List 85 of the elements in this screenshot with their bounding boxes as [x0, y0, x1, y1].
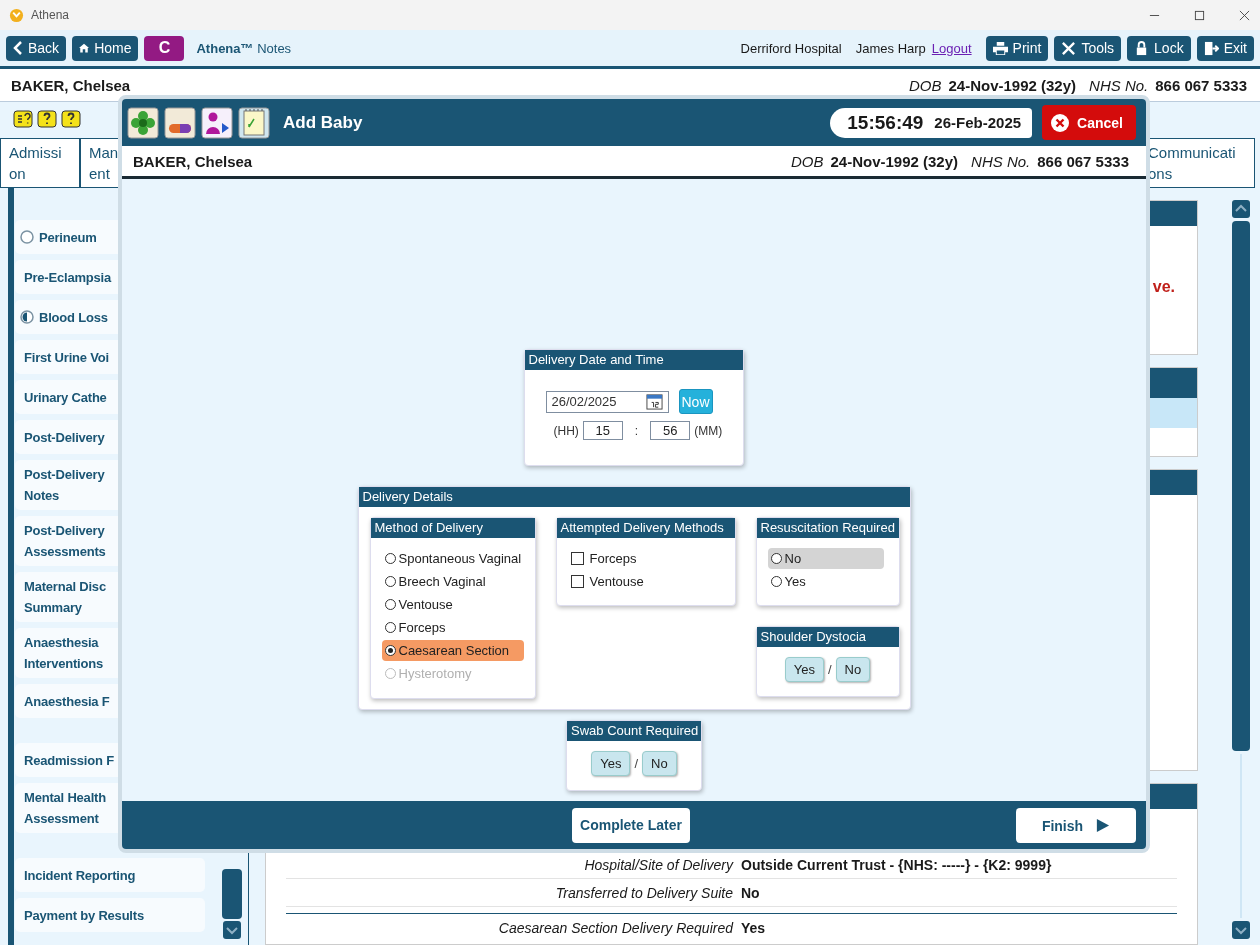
- minutes-label: (MM): [694, 423, 723, 438]
- radio-option[interactable]: Spontaneous Vaginal: [381, 548, 524, 569]
- scrollbar-thumb[interactable]: [1232, 221, 1250, 751]
- panel-title: Swab Count Required: [567, 721, 701, 741]
- home-icon: [79, 41, 90, 55]
- exit-door-icon: [1203, 40, 1219, 56]
- field-value: Yes: [741, 919, 766, 936]
- radio-option[interactable]: Breech Vaginal: [381, 571, 524, 592]
- patient-name: BAKER, Chelsea: [11, 76, 131, 94]
- hours-field[interactable]: 15: [582, 421, 623, 440]
- checkbox-option[interactable]: Ventouse: [567, 571, 710, 592]
- hours-label: (HH): [553, 423, 579, 438]
- field-label: Hospital/Site of Delivery: [583, 856, 733, 873]
- help-icon[interactable]: [37, 110, 57, 128]
- app-badge-button[interactable]: C: [144, 35, 185, 61]
- field-value: Outside Current Trust - {NHS: -----} - {K2: 9999}: [741, 856, 1052, 873]
- nhs-value: 866 067 5333: [1037, 152, 1129, 170]
- tab[interactable]: Admissi on: [0, 138, 80, 188]
- play-arrow-icon: [1095, 818, 1111, 833]
- tools-button[interactable]: Tools: [1054, 35, 1122, 61]
- minutes-field[interactable]: 56: [650, 421, 691, 440]
- app-title: Athena™ Notes: [196, 40, 292, 56]
- dob-label: DOB: [790, 152, 824, 170]
- separator-slash: /: [828, 662, 832, 677]
- printer-icon: [992, 40, 1008, 56]
- field-label: Transferred to Delivery Suite: [554, 884, 733, 901]
- time-separator: :: [634, 423, 639, 438]
- alert-text: ve.: [1152, 278, 1175, 296]
- app-logo-icon: [9, 7, 24, 23]
- hospital-name: Derriford Hospital: [740, 40, 842, 56]
- capsule-icon[interactable]: [164, 106, 196, 139]
- flower-icon[interactable]: [127, 106, 159, 139]
- panel-title: Delivery Date and Time: [524, 350, 743, 370]
- dob-value: 24-Nov-1992 (32y): [948, 76, 1077, 94]
- finish-button[interactable]: Finish: [1016, 808, 1136, 843]
- nhs-label: NHS No.: [971, 152, 1031, 170]
- calendar-icon[interactable]: [645, 393, 663, 410]
- exit-button[interactable]: Exit: [1196, 35, 1254, 61]
- panel-title: Method of Delivery: [370, 518, 535, 538]
- radio-option[interactable]: Yes: [767, 571, 884, 592]
- print-button[interactable]: Print: [985, 35, 1049, 61]
- clock-display: 15:56:49 26-Feb-2025: [830, 107, 1033, 138]
- scrollbar-thumb[interactable]: [222, 869, 242, 919]
- separator-slash: /: [634, 756, 639, 771]
- scroll-up-icon[interactable]: [1232, 200, 1250, 218]
- field-value: No: [741, 884, 760, 901]
- radio-option[interactable]: No: [767, 548, 884, 569]
- help-icon[interactable]: [61, 110, 81, 128]
- window-title: Athena: [31, 8, 70, 22]
- yes-button[interactable]: Yes: [591, 751, 631, 776]
- nhs-label: NHS No.: [1089, 76, 1149, 94]
- user-name: James Harp: [855, 40, 926, 56]
- yes-button[interactable]: Yes: [784, 657, 824, 682]
- close-icon[interactable]: [1239, 9, 1250, 21]
- field-label: Caesarean Section Delivery Required: [497, 919, 733, 936]
- nhs-value: 866 067 5333: [1155, 76, 1247, 94]
- cancel-button[interactable]: Cancel: [1042, 105, 1136, 140]
- sidebar-item[interactable]: Payment by Results: [15, 898, 205, 932]
- help-list-icon[interactable]: [13, 110, 33, 128]
- scroll-down-icon[interactable]: [222, 921, 242, 939]
- dob-label: DOB: [908, 76, 942, 94]
- checkbox-option[interactable]: Forceps: [567, 548, 710, 569]
- home-button[interactable]: Home: [72, 35, 139, 61]
- close-circle-icon: [1050, 112, 1071, 133]
- date-field[interactable]: 26/02/2025: [545, 390, 669, 413]
- dialog-title: Add Baby: [283, 112, 363, 133]
- back-button[interactable]: Back: [6, 35, 67, 61]
- no-button[interactable]: No: [835, 657, 871, 682]
- sidebar-item[interactable]: Incident Reporting: [15, 858, 205, 892]
- panel-title: Resuscitation Required: [756, 518, 899, 538]
- logout-link[interactable]: Logout: [931, 40, 972, 56]
- maximize-icon[interactable]: [1194, 9, 1205, 21]
- scroll-down-icon[interactable]: [1232, 921, 1250, 939]
- back-chevron-icon: [13, 41, 23, 55]
- lock-button[interactable]: Lock: [1127, 35, 1191, 61]
- radio-option[interactable]: Caesarean Section: [381, 640, 524, 661]
- panel-title: Delivery Details: [358, 487, 910, 507]
- complete-later-button[interactable]: Complete Later: [572, 807, 690, 843]
- no-button[interactable]: No: [642, 751, 677, 776]
- dob-value: 24-Nov-1992 (32y): [830, 152, 959, 170]
- radio-option[interactable]: Ventouse: [381, 594, 524, 615]
- radio-option[interactable]: Forceps: [381, 617, 524, 638]
- panel-title: Shoulder Dystocia: [756, 627, 899, 647]
- panel-title: Attempted Delivery Methods: [556, 518, 735, 538]
- notepad-icon[interactable]: [238, 106, 270, 139]
